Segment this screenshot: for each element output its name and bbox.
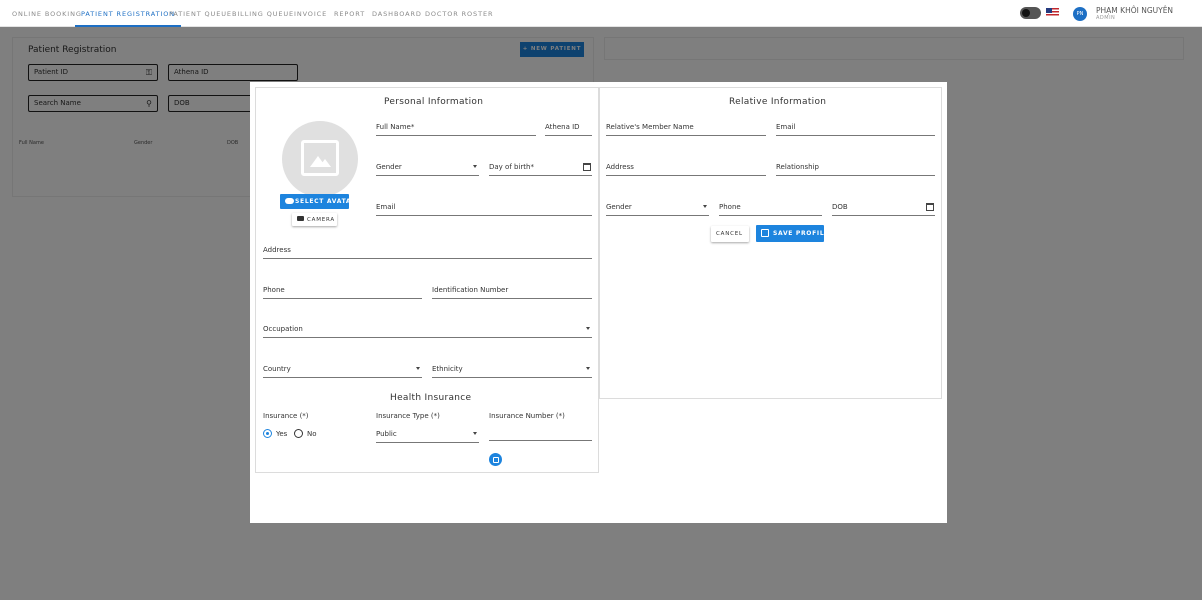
day-of-birth-field[interactable]: Day of birth* (489, 161, 592, 176)
insurance-label: Insurance (*) (263, 412, 309, 420)
cloud-upload-icon (285, 198, 294, 204)
relative-gender-label: Gender (606, 203, 632, 211)
relative-dob-field[interactable]: DOB (832, 201, 935, 216)
dropdown-arrow-icon (473, 165, 477, 168)
day-of-birth-label: Day of birth* (489, 163, 534, 171)
athena-id-field[interactable]: Athena ID (545, 121, 592, 136)
insurance-no-radio[interactable] (294, 429, 303, 438)
dropdown-arrow-icon (586, 327, 590, 330)
calendar-icon[interactable] (926, 203, 934, 211)
toggle-knob (1022, 9, 1030, 17)
relative-member-name-label: Relative's Member Name (606, 123, 694, 131)
tab-report[interactable]: REPORT (334, 0, 365, 27)
avatar-preview (282, 121, 358, 197)
health-insurance-title: Health Insurance (390, 393, 472, 403)
relative-email-field[interactable]: Email (776, 121, 935, 136)
occupation-label: Occupation (263, 325, 303, 333)
dropdown-arrow-icon (703, 205, 707, 208)
relative-address-field[interactable]: Address (606, 161, 766, 176)
tab-online-booking[interactable]: ONLINE BOOKING (12, 0, 82, 27)
relative-address-label: Address (606, 163, 634, 171)
address-label: Address (263, 246, 291, 254)
address-field[interactable]: Address (263, 244, 592, 259)
us-flag-icon[interactable] (1046, 8, 1059, 17)
tab-patient-queue[interactable]: PATIENT QUEUE (169, 0, 232, 27)
gender-label: Gender (376, 163, 402, 171)
select-avatar-button[interactable]: SELECT AVATAR (280, 194, 356, 209)
tab-invoice[interactable]: INVOICE (294, 0, 327, 27)
relationship-label: Relationship (776, 163, 819, 171)
insurance-type-label: Insurance Type (*) (376, 412, 440, 420)
country-select[interactable]: Country (263, 363, 422, 378)
user-role: ADMIN (1096, 15, 1116, 21)
top-navbar: ONLINE BOOKING PATIENT REGISTRATION PATI… (0, 0, 1202, 27)
ethnicity-select[interactable]: Ethnicity (432, 363, 592, 378)
personal-information-title: Personal Information (384, 97, 484, 107)
insurance-yes-label: Yes (276, 430, 288, 438)
athena-id-field-label: Athena ID (545, 123, 580, 131)
ethnicity-label: Ethnicity (432, 365, 463, 373)
card-icon (492, 456, 499, 463)
camera-button[interactable]: CAMERA (292, 213, 337, 226)
patient-profile-modal: Personal Information SELECT AVATAR CAMER… (250, 82, 947, 523)
insurance-no-label: No (307, 430, 317, 438)
relative-email-label: Email (776, 123, 796, 131)
identification-number-label: Identification Number (432, 286, 509, 294)
insurance-yes-radio[interactable] (263, 429, 272, 438)
relative-phone-field[interactable]: Phone (719, 201, 822, 216)
relative-gender-select[interactable]: Gender (606, 201, 709, 216)
relative-phone-label: Phone (719, 203, 741, 211)
tab-patient-registration[interactable]: PATIENT REGISTRATION (75, 0, 182, 27)
user-name: PHẠM KHÔI NGUYÊN (1096, 6, 1174, 15)
camera-label: CAMERA (307, 216, 335, 223)
phone-label: Phone (263, 286, 285, 294)
identification-number-field[interactable]: Identification Number (432, 284, 592, 299)
gender-select[interactable]: Gender (376, 161, 479, 176)
save-profile-button[interactable]: SAVE PROFILE (756, 225, 828, 242)
country-label: Country (263, 365, 291, 373)
phone-field[interactable]: Phone (263, 284, 422, 299)
relative-dob-label: DOB (832, 203, 848, 211)
scan-insurance-button[interactable] (489, 453, 502, 466)
email-label: Email (376, 203, 396, 211)
occupation-select[interactable]: Occupation (263, 323, 592, 338)
tab-billing-queue[interactable]: BILLING QUEUE (232, 0, 294, 27)
insurance-number-field[interactable] (489, 426, 592, 441)
relative-member-name-field[interactable]: Relative's Member Name (606, 121, 766, 136)
relative-information-title: Relative Information (729, 97, 827, 107)
flag-canton (1046, 8, 1052, 13)
user-avatar[interactable]: PN (1073, 7, 1087, 21)
insurance-number-label: Insurance Number (*) (489, 412, 565, 420)
select-avatar-label: SELECT AVATAR (295, 198, 357, 205)
save-profile-label: SAVE PROFILE (773, 230, 830, 237)
calendar-icon[interactable] (583, 163, 591, 171)
insurance-type-value: Public (376, 430, 397, 438)
cancel-label: CANCEL (716, 231, 743, 237)
insurance-type-select[interactable]: Public (376, 428, 479, 443)
tab-dashboard[interactable]: DASHBOARD (372, 0, 422, 27)
personal-information-panel: Personal Information SELECT AVATAR CAMER… (255, 87, 599, 473)
image-placeholder-icon (301, 140, 339, 176)
dropdown-arrow-icon (586, 367, 590, 370)
theme-toggle[interactable] (1020, 7, 1041, 19)
save-icon (761, 229, 769, 237)
full-name-field[interactable]: Full Name* (376, 121, 536, 136)
camera-icon (297, 216, 304, 221)
image-mountain-small (319, 159, 331, 167)
dropdown-arrow-icon (416, 367, 420, 370)
email-field[interactable]: Email (376, 201, 592, 216)
relationship-field[interactable]: Relationship (776, 161, 935, 176)
tab-doctor-roster[interactable]: DOCTOR ROSTER (425, 0, 493, 27)
cancel-button[interactable]: CANCEL (711, 226, 749, 242)
dropdown-arrow-icon (473, 432, 477, 435)
full-name-label: Full Name* (376, 123, 415, 131)
relative-information-panel: Relative Information Relative's Member N… (599, 87, 942, 399)
